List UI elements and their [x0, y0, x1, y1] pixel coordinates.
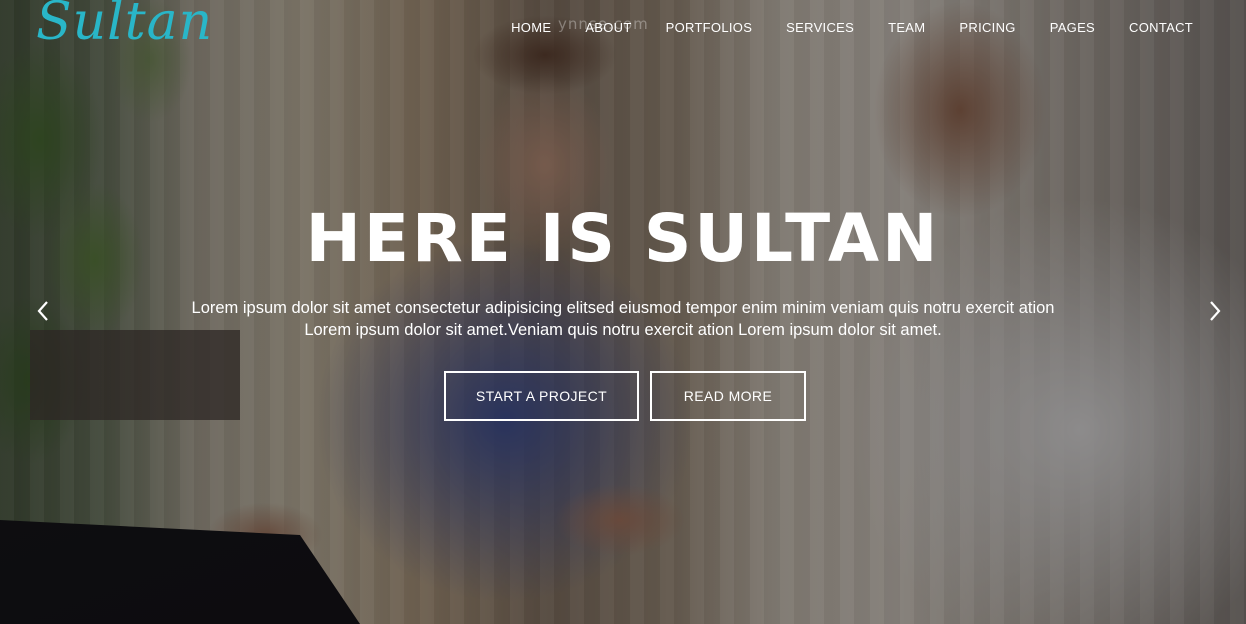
chevron-left-icon	[37, 301, 48, 321]
hero-description-line-2: Lorem ipsum dolor sit amet.Veniam quis n…	[304, 321, 942, 339]
nav-item-about[interactable]: ABOUT	[568, 19, 648, 37]
read-more-button[interactable]: READ MORE	[650, 371, 806, 421]
chevron-right-icon	[1210, 301, 1221, 321]
main-nav: HOME ABOUT PORTFOLIOS SERVICES TEAM PRIC…	[494, 19, 1193, 37]
hero-title: HERE IS SULTAN	[305, 200, 941, 277]
hero-description: Lorem ipsum dolor sit amet consectetur a…	[0, 297, 1246, 341]
nav-item-pricing[interactable]: PRICING	[942, 19, 1032, 37]
nav-item-home[interactable]: HOME	[494, 19, 568, 37]
hero-description-line-1: Lorem ipsum dolor sit amet consectetur a…	[191, 299, 1055, 317]
carousel-prev-button[interactable]	[28, 296, 58, 326]
nav-item-team[interactable]: TEAM	[871, 19, 942, 37]
start-project-button[interactable]: START A PROJECT	[444, 371, 639, 421]
hero-buttons: START A PROJECT READ MORE	[0, 371, 1246, 421]
site-logo[interactable]: Sultan	[36, 0, 213, 48]
nav-item-contact[interactable]: CONTACT	[1112, 19, 1193, 37]
hero-section: Sultan ynnse.com HOME ABOUT PORTFOLIOS S…	[0, 0, 1246, 624]
nav-item-pages[interactable]: PAGES	[1033, 19, 1112, 37]
carousel-next-button[interactable]	[1200, 296, 1230, 326]
nav-item-services[interactable]: SERVICES	[769, 19, 871, 37]
nav-item-portfolios[interactable]: PORTFOLIOS	[649, 19, 770, 37]
